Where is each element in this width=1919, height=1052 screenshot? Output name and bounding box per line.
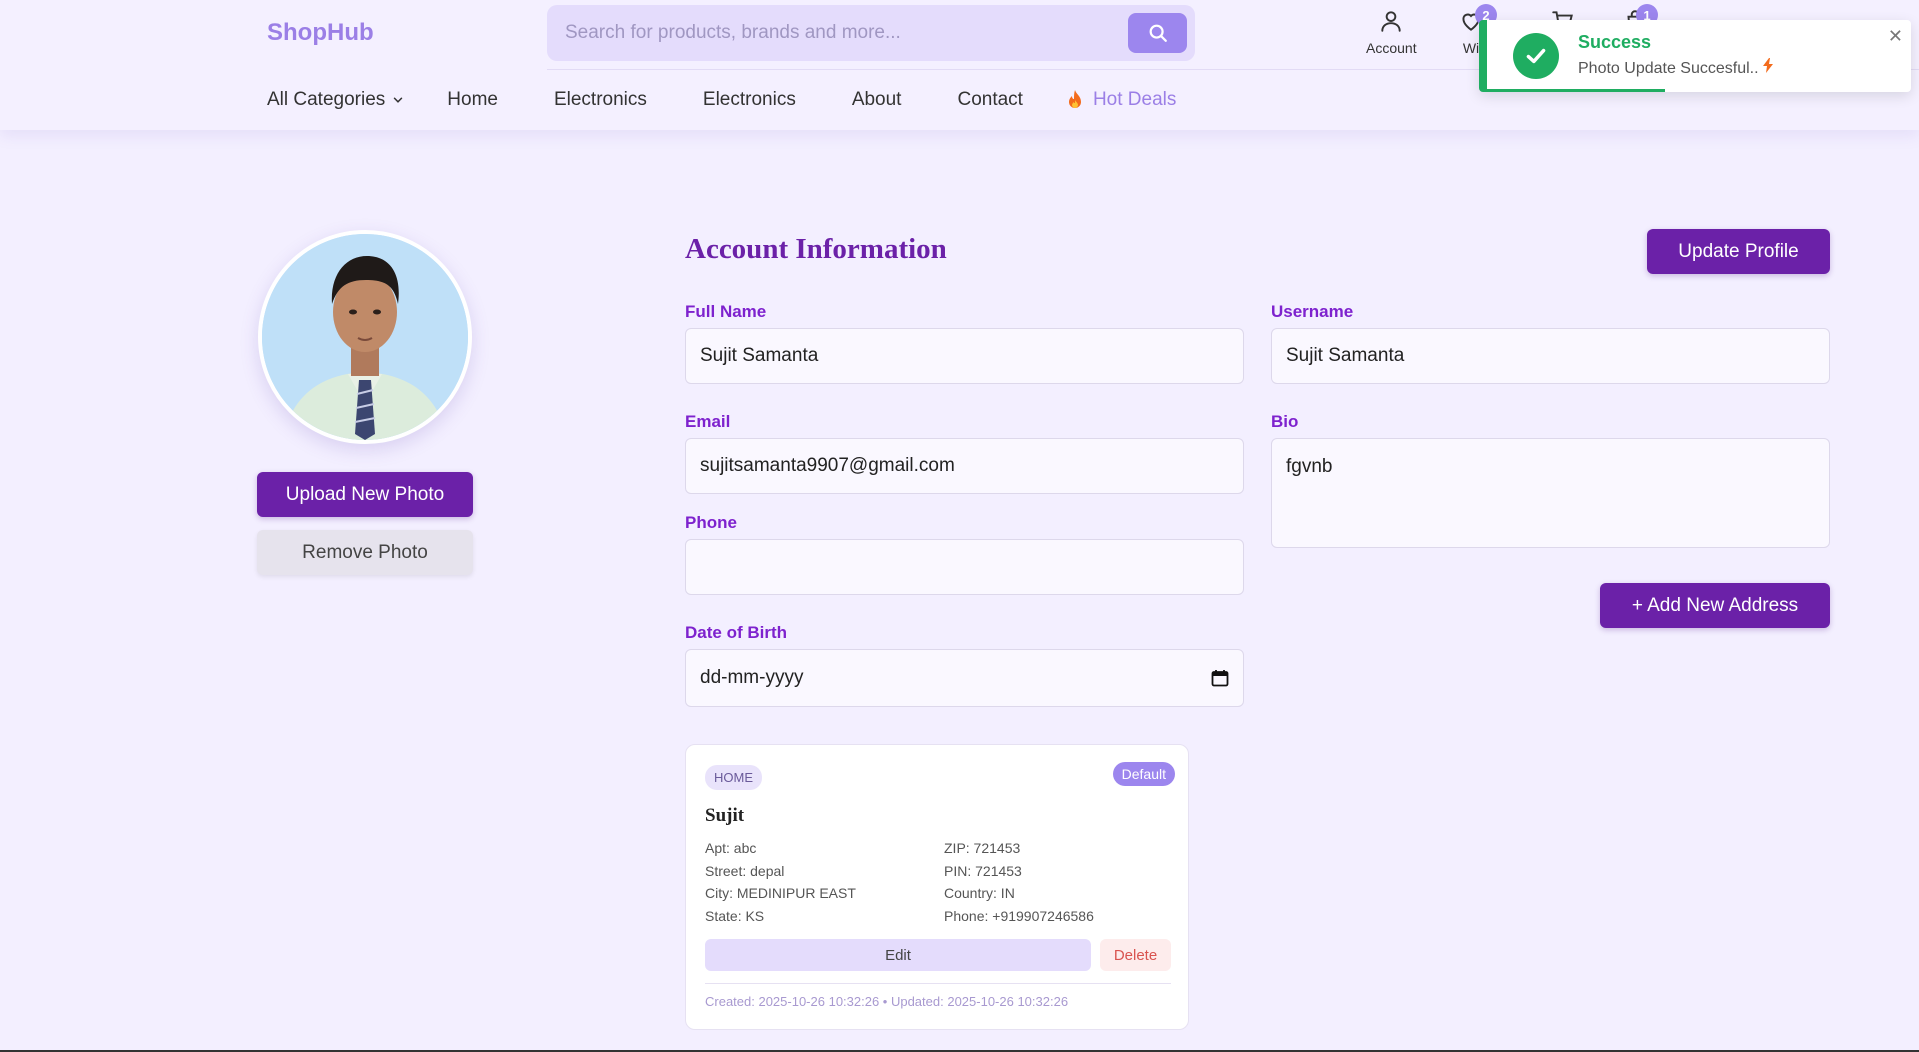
lightning-icon [1763,58,1774,73]
nav-electronics[interactable]: Electronics [554,89,647,111]
chevron-down-icon [394,97,403,103]
search-icon [1149,24,1167,42]
bio-textarea[interactable]: fgvnb [1271,438,1830,548]
address-country: Country: IN [944,885,1015,901]
nav-about[interactable]: About [852,89,902,111]
address-zip: ZIP: 721453 [944,840,1021,856]
dob-label: Date of Birth [685,623,787,642]
hot-deals-label: Hot Deals [1092,89,1177,110]
email-label: Email [685,412,731,431]
toast-progress-bar [1487,89,1666,92]
address-pin: PIN: 721453 [944,863,1022,879]
delete-address-button[interactable]: Delete [1100,939,1171,971]
address-card: HOME Default Sujit Apt: abc Street: depa… [685,744,1189,1030]
toast-title: Success [1578,32,1652,52]
check-circle-icon [1513,33,1559,79]
edit-address-button[interactable]: Edit [705,939,1091,971]
address-street: Street: depal [705,863,785,879]
all-categories-label: All Categories [267,89,386,110]
toast-message: Photo Update Succesful.. [1578,58,1774,78]
username-field[interactable]: Sujit Samanta [1271,328,1830,384]
toast-message-text: Photo Update Succesful.. [1578,60,1759,77]
success-toast: Success Photo Update Succesful.. ✕ [1479,20,1911,92]
main-nav: All Categories Home Electronics Electron… [267,86,1176,114]
account-link[interactable]: Account [1366,8,1417,56]
update-profile-button[interactable]: Update Profile [1647,229,1830,274]
address-type-badge: HOME [705,765,762,790]
email-field[interactable]: sujitsamanta9907@gmail.com [685,438,1244,494]
dob-field[interactable]: dd-mm-yyyy [685,649,1244,707]
wishlist-label: Wi [1462,40,1480,56]
remove-photo-button[interactable]: Remove Photo [257,530,473,575]
account-label: Account [1366,40,1417,56]
address-timestamps: Created: 2025-10-26 10:32:26 • Updated: … [705,994,1069,1009]
phone-label: Phone [685,513,737,532]
address-divider [705,983,1171,984]
full-name-field[interactable]: Sujit Samanta [685,328,1244,384]
search-input[interactable] [565,5,1105,61]
bio-label: Bio [1271,412,1299,431]
address-state: State: KS [705,908,765,924]
user-icon [1381,11,1401,32]
nav-home[interactable]: Home [447,89,498,111]
fire-icon [1068,90,1081,108]
profile-avatar [258,230,472,444]
nav-hot-deals[interactable]: Hot Deals [1067,89,1176,111]
address-phone: Phone: +919907246586 [944,908,1094,924]
brand-logo[interactable]: ShopHub [267,19,374,47]
all-categories-dropdown[interactable]: All Categories [267,89,405,111]
search-bar [547,5,1195,61]
address-name: Sujit [705,805,745,826]
add-address-button[interactable]: + Add New Address [1600,583,1830,628]
nav-contact[interactable]: Contact [957,89,1022,111]
dob-placeholder: dd-mm-yyyy [700,667,804,688]
phone-field[interactable] [685,539,1244,595]
toast-close-button[interactable]: ✕ [1888,26,1903,47]
address-apt: Apt: abc [705,840,757,856]
address-city: City: MEDINIPUR EAST [705,885,856,901]
account-information-title: Account Information [685,233,947,265]
search-button[interactable] [1128,13,1187,53]
calendar-icon[interactable] [1211,669,1229,687]
default-badge: Default [1112,762,1175,786]
nav-electronics-2[interactable]: Electronics [703,89,796,111]
full-name-label: Full Name [685,302,767,321]
username-label: Username [1271,302,1354,321]
upload-photo-button[interactable]: Upload New Photo [257,472,473,517]
